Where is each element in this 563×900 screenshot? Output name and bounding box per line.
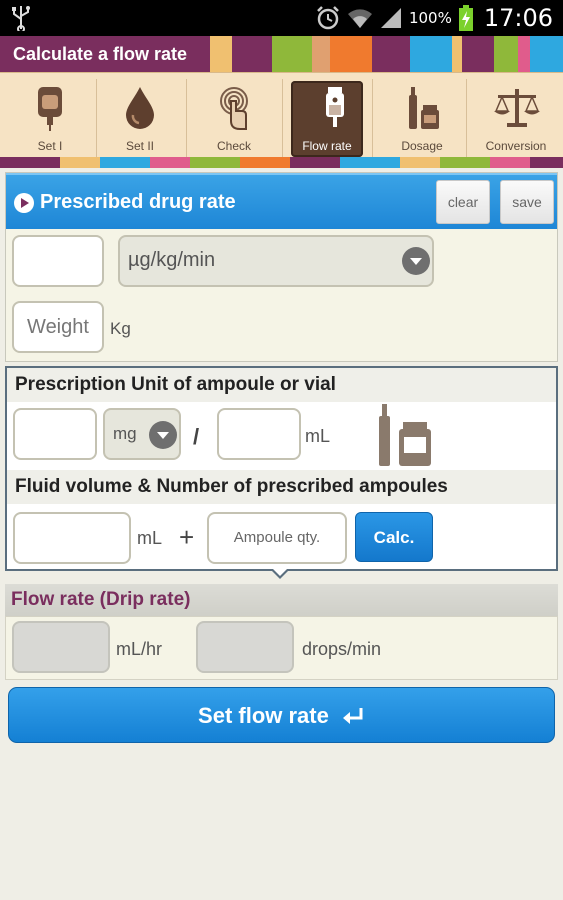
panel-header: Prescribed drug rate clear save <box>6 173 557 229</box>
chevron-down-icon <box>402 247 430 275</box>
set-flow-rate-label: Set flow rate <box>198 703 329 728</box>
scale-icon <box>494 89 540 127</box>
set-flow-rate-button[interactable]: Set flow rate <box>8 687 555 743</box>
drops-per-min-unit: drops/min <box>302 639 382 659</box>
divider <box>372 79 373 157</box>
ml-per-hour-output <box>12 621 110 673</box>
clock: 17:06 <box>483 4 553 32</box>
bullet-arrow-icon <box>14 193 34 213</box>
rate-unit-value: µg/kg/min <box>128 249 216 271</box>
tab-label: Set II <box>125 139 154 153</box>
drip-chamber-icon <box>326 87 344 127</box>
tab-set-i[interactable]: Set I <box>8 81 92 157</box>
ampoule-volume-input[interactable] <box>217 408 301 460</box>
rate-input[interactable] <box>12 235 104 287</box>
fluid-unit: mL <box>137 528 163 548</box>
tab-check[interactable]: Check <box>192 81 276 157</box>
tab-label: Dosage <box>401 139 443 153</box>
enter-arrow-icon <box>342 708 363 724</box>
usb-icon <box>12 6 30 31</box>
tab-flow-rate[interactable]: Flow rate <box>291 81 363 157</box>
divider <box>282 79 283 157</box>
fluid-title: Fluid volume & Number of prescribed ampo… <box>7 470 556 504</box>
clear-button[interactable]: clear <box>436 180 490 224</box>
rate-unit-select[interactable]: µg/kg/min <box>118 235 434 287</box>
plus-sign: + <box>179 522 195 552</box>
tab-conversion[interactable]: Conversion <box>474 81 558 157</box>
divider <box>466 79 467 157</box>
flow-rate-panel: mL/hr drops/min <box>5 616 558 680</box>
ml-per-hour-unit: mL/hr <box>116 639 163 659</box>
prescribed-rate-panel: Prescribed drug rate clear save µg/kg/mi… <box>5 172 558 362</box>
status-bar: 100% 17:06 <box>0 0 563 36</box>
divider <box>186 79 187 157</box>
amount-unit-value: mg <box>113 424 137 443</box>
tab-dosage[interactable]: Dosage <box>380 81 464 157</box>
tab-label: Check <box>216 139 251 153</box>
save-button[interactable]: save <box>500 180 554 224</box>
tab-label: Flow rate <box>302 139 352 153</box>
weight-input[interactable]: Weight <box>12 301 104 353</box>
battery-charging-icon <box>458 5 473 31</box>
page-title: Calculate a flow rate <box>13 44 188 64</box>
unit-title: Prescription Unit of ampoule or vial <box>7 368 556 402</box>
fluid-volume-input[interactable] <box>13 512 131 564</box>
signal-icon <box>380 8 401 28</box>
prescription-box: Prescription Unit of ampoule or vial mg … <box>5 366 558 571</box>
tab-label: Conversion <box>485 139 547 153</box>
weight-unit: Kg <box>110 319 131 338</box>
section-title: Prescribed drug rate <box>40 191 236 213</box>
ampoule-amount-input[interactable] <box>13 408 97 460</box>
ampoule-qty-input[interactable]: Ampoule qty. <box>207 512 347 564</box>
alarm-clock-icon <box>317 6 339 30</box>
volume-unit: mL <box>305 426 331 446</box>
drop-icon <box>126 87 154 129</box>
divider-slash: / <box>193 424 200 449</box>
fingerprint-touch-icon <box>220 87 248 130</box>
wifi-icon <box>347 9 372 28</box>
tab-label: Set I <box>37 139 63 153</box>
chevron-down-icon <box>149 421 177 449</box>
title-bar: Calculate a flow rate <box>0 36 563 72</box>
iv-bag-icon <box>38 87 62 131</box>
divider <box>96 79 97 157</box>
calc-button[interactable]: Calc. <box>355 512 433 562</box>
tool-tabs: Set I Set II Check Flow rate Dosage Conv… <box>0 72 563 168</box>
vial-ampoule-icon <box>409 87 439 129</box>
amount-unit-select[interactable]: mg <box>103 408 181 460</box>
pointer-arrow-inner <box>272 568 288 576</box>
flow-rate-title: Flow rate (Drip rate) <box>5 584 558 616</box>
vial-ampoule-icon <box>379 404 431 466</box>
drops-per-min-output <box>196 621 294 673</box>
battery-percent: 100% <box>408 9 452 27</box>
tab-set-ii[interactable]: Set II <box>98 81 182 157</box>
